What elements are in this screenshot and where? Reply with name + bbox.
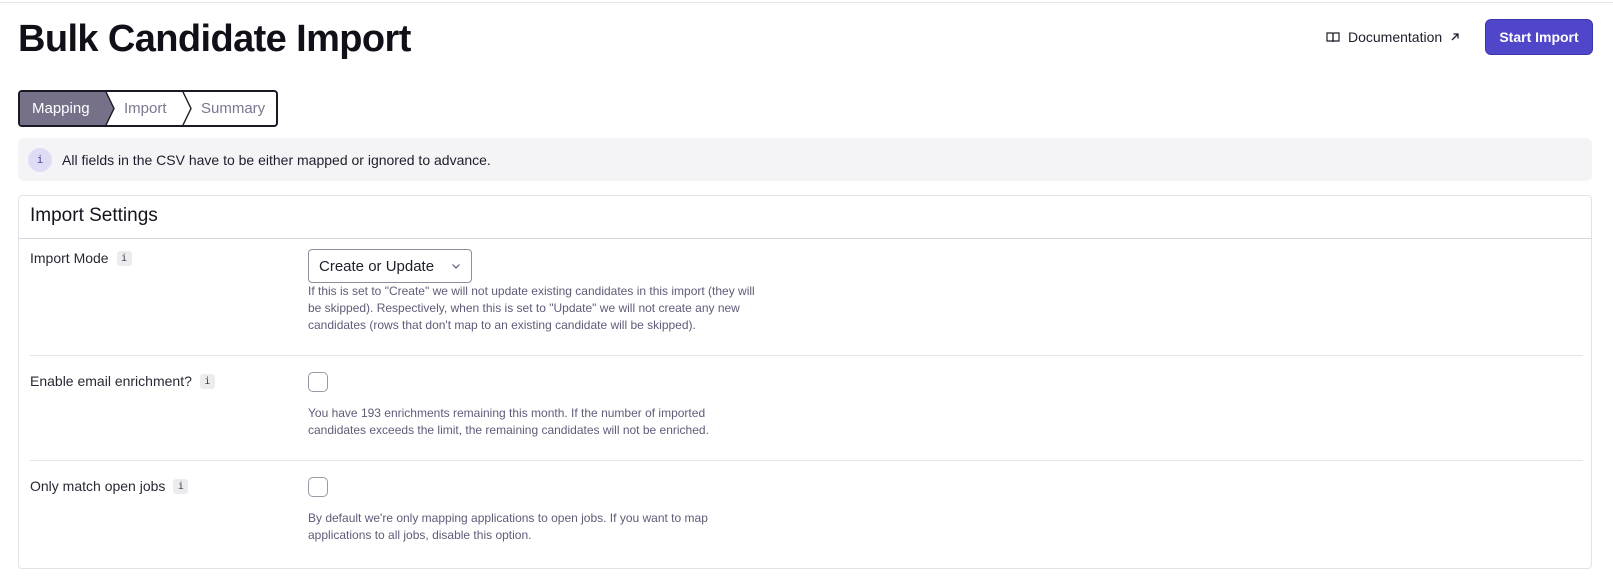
page-title: Bulk Candidate Import [18,18,411,60]
info-banner-text: All fields in the CSV have to be either … [62,151,491,168]
card-header-divider [19,238,1591,239]
row-divider [30,460,1583,461]
step-summary[interactable]: Summary [201,92,265,125]
import-mode-label-group: Import Mode i [30,249,132,267]
import-mode-select[interactable]: Create or Update [308,249,472,283]
import-stepper: Mapping Import Summary [18,90,278,127]
help-line: If this is set to "Create" we will not u… [308,284,755,298]
start-import-button[interactable]: Start Import [1485,19,1593,55]
import-mode-help: If this is set to "Create" we will not u… [308,283,755,334]
help-line: By default we're only mapping applicatio… [308,511,708,525]
import-mode-selected-value: Create or Update [319,257,435,275]
row-divider [30,355,1583,356]
documentation-link[interactable]: Documentation [1326,26,1460,48]
email-enrichment-info-icon[interactable]: i [199,373,215,389]
email-enrichment-label: Enable email enrichment? [30,373,192,389]
email-enrichment-help: You have 193 enrichments remaining this … [308,405,709,439]
help-line: candidates (rows that don't map to an ex… [308,318,696,332]
email-enrichment-label-group: Enable email enrichment? i [30,372,215,390]
open-jobs-help: By default we're only mapping applicatio… [308,510,708,544]
step-import[interactable]: Import [124,92,167,125]
open-jobs-label-group: Only match open jobs i [30,477,189,495]
info-banner: i All fields in the CSV have to be eithe… [18,138,1592,181]
chevron-down-icon [452,264,460,269]
import-settings-card: Import Settings Import Mode i Create or … [18,195,1592,569]
top-divider [0,2,1613,3]
help-line: be skipped). Respectively, when this is … [308,301,740,315]
help-line: applications to all jobs, disable this o… [308,528,532,542]
open-jobs-info-icon[interactable]: i [173,478,189,494]
external-link-icon [1451,33,1459,41]
import-settings-title: Import Settings [30,205,158,226]
step-mapping[interactable]: Mapping [32,92,90,125]
import-mode-label: Import Mode [30,250,109,266]
documentation-label: Documentation [1348,29,1443,45]
help-line: You have 193 enrichments remaining this … [308,406,706,420]
info-icon: i [28,147,52,172]
open-jobs-checkbox[interactable] [308,477,328,497]
help-line: candidates exceeds the limit, the remain… [308,423,709,437]
book-icon [1326,32,1340,43]
email-enrichment-checkbox[interactable] [308,372,328,392]
open-jobs-label: Only match open jobs [30,478,166,494]
import-mode-info-icon[interactable]: i [116,250,132,266]
